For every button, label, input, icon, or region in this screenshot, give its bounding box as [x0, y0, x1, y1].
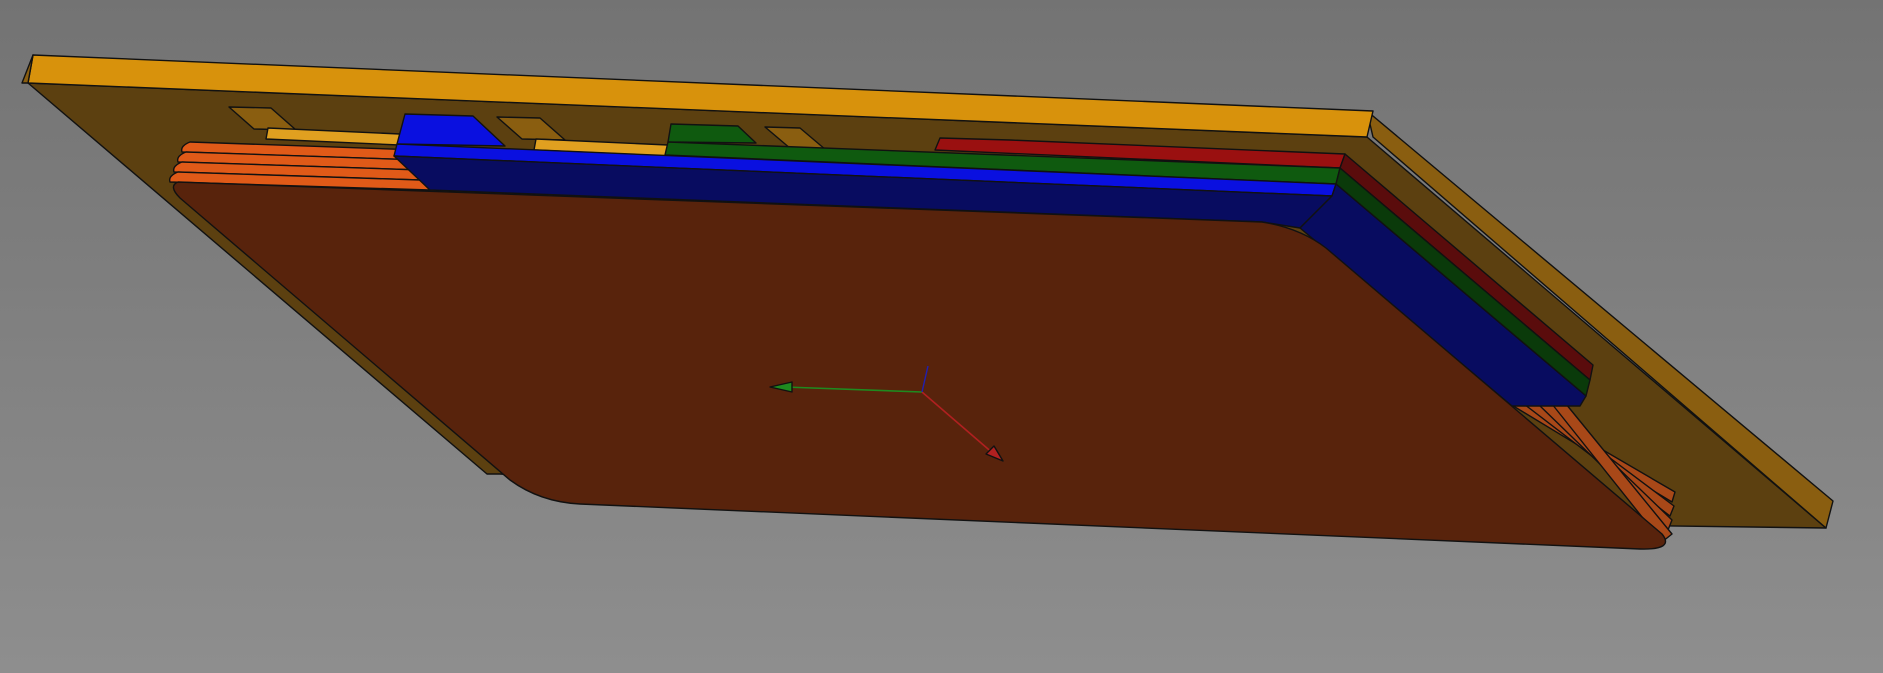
cad-model-view[interactable]: [0, 0, 1883, 673]
3d-viewport[interactable]: [0, 0, 1883, 673]
